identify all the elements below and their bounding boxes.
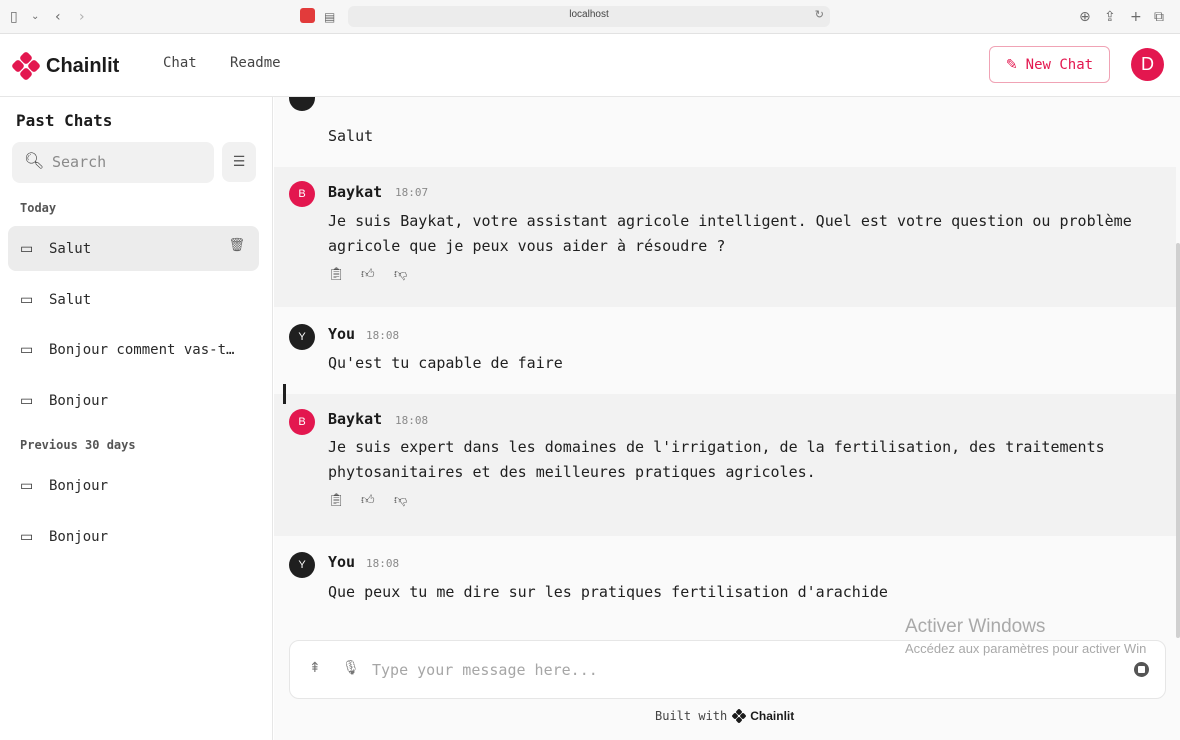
message-text: Je suis expert dans les domaines de l'ir…	[328, 438, 1105, 481]
message-actions: 📋︎ 👍︎ 👎︎	[328, 267, 427, 282]
tab-favicon	[300, 8, 315, 23]
chat-bubble-icon: ▭	[20, 341, 34, 358]
reload-icon[interactable]: ↻	[815, 8, 824, 21]
group-label-previous: Previous 30 days	[20, 438, 136, 452]
filter-button[interactable]: ☰	[222, 142, 256, 182]
reader-icon[interactable]: ▤	[324, 7, 335, 27]
chat-bubble-icon: ▭	[20, 240, 34, 257]
download-icon[interactable]: ⊕	[1079, 7, 1091, 27]
logo-text: Chainlit	[46, 54, 120, 77]
message-text: Que peux tu me dire sur les pratiques fe…	[328, 583, 888, 601]
sidebar: Past Chats 🔍︎ ☰ Today ▭ Salut 🗑︎ ▭ Salut…	[0, 97, 273, 740]
sidebar-icon[interactable]: ▯	[10, 7, 18, 27]
search-input[interactable]	[52, 150, 202, 174]
stop-button[interactable]	[1134, 662, 1149, 677]
built-with-footer: Built with Chainlit	[655, 709, 794, 723]
avatar: B	[289, 409, 315, 435]
message-text: Salut	[328, 127, 374, 145]
windows-watermark-title: Activer Windows	[905, 616, 1046, 637]
app-header: Chainlit Chat Readme ✎ New Chat D	[0, 35, 1180, 97]
avatar	[289, 97, 315, 111]
trash-icon[interactable]: 🗑︎	[228, 238, 245, 253]
microphone-icon[interactable]: 🎙︎	[342, 660, 360, 676]
message-input[interactable]	[372, 658, 1072, 682]
new-tab-icon[interactable]: +	[1130, 7, 1142, 27]
avatar: B	[289, 181, 315, 207]
chat-bubble-icon: ▭	[20, 392, 34, 409]
search-box[interactable]: 🔍︎	[12, 142, 214, 183]
chat-item[interactable]: ▭ Salut 🗑︎	[8, 226, 259, 271]
chainlit-logo-icon	[12, 52, 40, 80]
user-avatar[interactable]: D	[1131, 48, 1164, 81]
new-chat-button[interactable]: ✎ New Chat	[989, 46, 1110, 83]
chainlit-logo[interactable]: Chainlit	[12, 52, 119, 80]
message-author: You	[328, 325, 356, 343]
browser-toolbar: ▯ ⌄ ‹ › ▤ localhost ↻ ⊕ ⇪ + ⧉	[0, 0, 1180, 34]
message-user: Y You 18:08 Qu'est tu capable de faire	[274, 307, 1176, 392]
copy-icon[interactable]: 📋︎	[328, 493, 361, 508]
tabs-overview-icon[interactable]: ⧉	[1154, 7, 1164, 27]
message-user: Y You 18:08 Que peux tu me dire sur les …	[274, 538, 1176, 628]
chat-item[interactable]: ▭ Salut	[8, 277, 259, 322]
scrollbar[interactable]	[1176, 243, 1180, 638]
message-bot: B Baykat 18:08 Je suis expert dans les d…	[274, 394, 1176, 536]
chat-item[interactable]: ▭ Bonjour	[8, 514, 259, 559]
back-icon[interactable]: ‹	[55, 7, 61, 27]
search-icon: 🔍︎	[24, 151, 45, 170]
chat-item-label: Salut	[49, 240, 92, 257]
built-with-label: Built with	[655, 709, 728, 723]
built-with-brand[interactable]: Chainlit	[750, 709, 794, 723]
message-time: 18:08	[366, 329, 400, 342]
new-chat-label: New Chat	[1025, 56, 1094, 73]
edit-icon: ✎	[1005, 56, 1018, 73]
thumbs-up-icon[interactable]: 👍︎	[361, 493, 394, 508]
message-text: Qu'est tu capable de faire	[328, 354, 563, 372]
chat-item-label: Bonjour	[49, 528, 109, 545]
avatar: Y	[289, 552, 315, 578]
copy-icon[interactable]: 📋︎	[328, 267, 361, 282]
chat-item-label: Salut	[49, 291, 92, 308]
thumbs-up-icon[interactable]: 👍︎	[361, 267, 394, 282]
filter-icon: ☰	[232, 154, 246, 170]
message-author: Baykat	[328, 410, 383, 428]
message-time: 18:07	[395, 186, 429, 199]
chat-item-label: Bonjour	[49, 392, 109, 409]
message-user: Salut	[274, 97, 1176, 165]
url-bar[interactable]: localhost ↻	[348, 6, 830, 27]
chat-item[interactable]: ▭ Bonjour	[8, 378, 259, 423]
url-text: localhost	[569, 9, 609, 20]
message-author: Baykat	[328, 183, 383, 201]
sidebar-title: Past Chats	[16, 111, 113, 130]
chat-item[interactable]: ▭ Bonjour	[8, 463, 259, 508]
thumbs-down-icon[interactable]: 👎︎	[394, 493, 427, 508]
forward-icon[interactable]: ›	[79, 7, 85, 27]
chat-bubble-icon: ▭	[20, 477, 34, 494]
group-label-today: Today	[20, 201, 57, 215]
chevron-down-icon[interactable]: ⌄	[31, 7, 39, 27]
message-time: 18:08	[366, 557, 400, 570]
chainlit-small-logo-icon	[732, 709, 747, 723]
thumbs-down-icon[interactable]: 👎︎	[394, 267, 427, 282]
chat-bubble-icon: ▭	[20, 528, 34, 545]
chat-item-label: Bonjour comment vas-t…	[49, 341, 235, 358]
share-icon[interactable]: ⇪	[1104, 7, 1116, 27]
upload-icon[interactable]: ⇞	[309, 660, 321, 676]
message-author: You	[328, 553, 356, 571]
chat-bubble-icon: ▭	[20, 291, 34, 308]
text-cursor	[283, 384, 286, 404]
chat-item[interactable]: ▭ Bonjour comment vas-t…	[8, 327, 259, 372]
nav-readme[interactable]: Readme	[230, 55, 281, 71]
message-actions: 📋︎ 👍︎ 👎︎	[328, 493, 427, 508]
message-time: 18:08	[395, 414, 429, 427]
message-text: Je suis Baykat, votre assistant agricole…	[328, 212, 1132, 255]
windows-watermark-text: Accédez aux paramètres pour activer Win	[905, 641, 1147, 656]
chat-item-label: Bonjour	[49, 477, 109, 494]
message-bot: B Baykat 18:07 Je suis Baykat, votre ass…	[274, 167, 1176, 307]
avatar: Y	[289, 324, 315, 350]
nav-chat[interactable]: Chat	[163, 55, 197, 71]
